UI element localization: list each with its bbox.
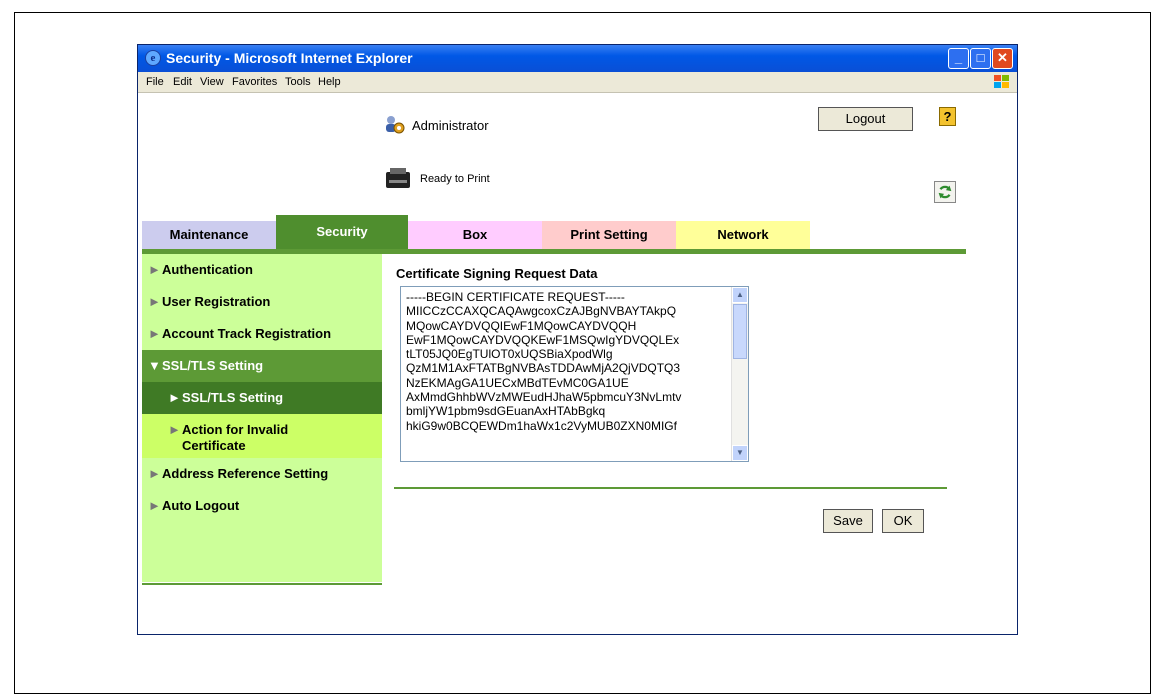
tab-print-setting[interactable]: Print Setting (542, 221, 676, 249)
window-title: Security - Microsoft Internet Explorer (166, 50, 413, 66)
chevron-right-icon: ► (148, 294, 161, 309)
chevron-down-icon: ▼ (148, 358, 161, 373)
sidebar-divider (142, 583, 382, 585)
sidebar-item-authentication[interactable]: ►Authentication (142, 254, 382, 286)
browser-window: e Security - Microsoft Internet Explorer… (137, 44, 1018, 635)
chevron-right-icon: ► (168, 390, 181, 405)
sidebar-item-label: Account Track Registration (162, 326, 332, 341)
refresh-icon[interactable] (934, 181, 956, 203)
tab-bar: Maintenance Security Box Print Setting N… (142, 215, 966, 249)
scroll-down-icon[interactable]: ▼ (732, 445, 748, 461)
printer-status: Ready to Print (420, 173, 490, 185)
chevron-right-icon: ► (148, 326, 161, 341)
chevron-right-icon: ► (148, 262, 161, 277)
minimize-button[interactable]: _ (948, 48, 969, 69)
ok-button[interactable]: OK (882, 509, 924, 533)
save-button[interactable]: Save (823, 509, 873, 533)
sidebar-item-ssl-tls[interactable]: ▼SSL/TLS Setting (142, 350, 382, 382)
chevron-right-icon: ► (168, 422, 181, 437)
close-button[interactable]: ✕ (992, 48, 1013, 69)
sidebar-subitem-ssl-tls[interactable]: ►SSL/TLS Setting (142, 382, 382, 414)
tab-box[interactable]: Box (408, 221, 542, 249)
sidebar-item-auto-logout[interactable]: ►Auto Logout (142, 490, 382, 582)
printer-icon (386, 168, 410, 188)
sidebar-item-label: User Registration (162, 294, 271, 309)
csr-textarea[interactable]: -----BEGIN CERTIFICATE REQUEST----- MIIC… (400, 286, 749, 462)
sidebar-item-label: Address Reference Setting (162, 466, 329, 481)
logout-button[interactable]: Logout (818, 107, 913, 131)
page-title: Certificate Signing Request Data (396, 266, 598, 281)
menu-view[interactable]: View (200, 76, 224, 88)
sidebar-item-label: SSL/TLS Setting (162, 358, 264, 373)
tab-network[interactable]: Network (676, 221, 810, 249)
maximize-button[interactable]: □ (970, 48, 991, 69)
scroll-thumb[interactable] (733, 304, 747, 359)
sidebar-item-account-track[interactable]: ►Account Track Registration (142, 318, 382, 350)
menu-favorites[interactable]: Favorites (232, 76, 277, 88)
sidebar-item-label: Action for Invalid Certificate (182, 422, 289, 453)
ie-icon: e (145, 50, 161, 66)
scrollbar[interactable]: ▲ ▼ (731, 287, 748, 461)
sidebar-item-user-registration[interactable]: ►User Registration (142, 286, 382, 318)
tab-maintenance[interactable]: Maintenance (142, 221, 276, 249)
csr-text: -----BEGIN CERTIFICATE REQUEST----- MIIC… (406, 290, 682, 433)
chevron-right-icon: ► (148, 466, 161, 481)
chevron-right-icon: ► (148, 498, 161, 513)
sidebar-subitem-invalid-cert[interactable]: ►Action for Invalid Certificate (142, 414, 382, 458)
user-name: Administrator (412, 118, 489, 133)
menu-file[interactable]: File (146, 76, 164, 88)
scroll-up-icon[interactable]: ▲ (732, 287, 748, 303)
sidebar-item-label: Auto Logout (162, 498, 240, 513)
content-divider (394, 487, 947, 489)
menu-tools[interactable]: Tools (285, 76, 311, 88)
sidebar-item-address-reference[interactable]: ►Address Reference Setting (142, 458, 382, 490)
windows-logo-icon (994, 75, 1009, 88)
page-content: Administrator Logout ? Ready to Print Ma… (138, 93, 1017, 634)
menu-help[interactable]: Help (318, 76, 341, 88)
title-bar[interactable]: e Security - Microsoft Internet Explorer… (138, 45, 1017, 72)
sidebar-item-label: Authentication (162, 262, 253, 277)
menu-bar: File Edit View Favorites Tools Help (138, 72, 1017, 93)
sidebar-item-label: SSL/TLS Setting (182, 390, 284, 405)
menu-edit[interactable]: Edit (173, 76, 192, 88)
administrator-icon (386, 116, 405, 134)
tab-security[interactable]: Security (276, 215, 408, 249)
help-button[interactable]: ? (939, 107, 956, 126)
